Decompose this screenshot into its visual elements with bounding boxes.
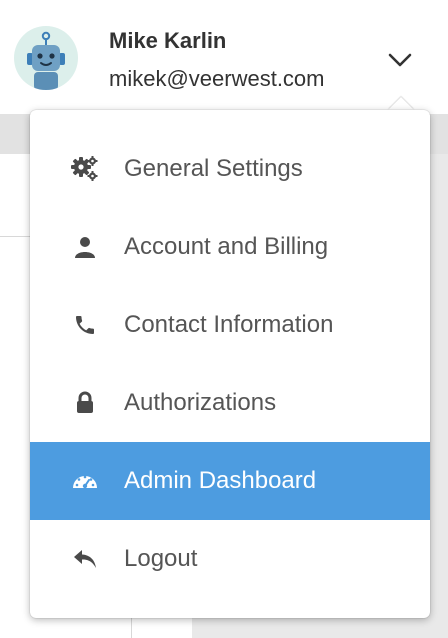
user-email: mikek@veerwest.com [109, 66, 325, 91]
user-name: Mike Karlin [109, 28, 227, 53]
robot-icon [27, 31, 65, 90]
chevron-down-icon [388, 53, 412, 67]
menu-item-logout[interactable]: Logout [30, 520, 430, 598]
user-header: Mike Karlin mikek@veerwest.com [0, 0, 448, 114]
menu-item-admin-dashboard[interactable]: Admin Dashboard [30, 442, 430, 520]
avatar[interactable] [14, 26, 78, 90]
user-icon [70, 232, 100, 262]
phone-icon [70, 310, 100, 340]
menu-item-label: General Settings [124, 155, 303, 182]
menu-item-label: Admin Dashboard [124, 467, 317, 494]
lock-icon [70, 388, 100, 418]
account-dropdown-menu: General Settings Account and Billing Con… [30, 110, 430, 618]
dashboard-gauge-icon [70, 466, 100, 496]
reply-arrow-icon [70, 544, 100, 574]
menu-item-label: Logout [124, 545, 198, 572]
menu-item-label: Contact Information [124, 311, 334, 338]
menu-item-authorizations[interactable]: Authorizations [30, 364, 430, 442]
gears-icon [70, 154, 100, 184]
menu-item-account-billing[interactable]: Account and Billing [30, 208, 430, 286]
menu-item-contact-information[interactable]: Contact Information [30, 286, 430, 364]
menu-item-general-settings[interactable]: General Settings [30, 130, 430, 208]
account-menu-toggle[interactable] [380, 40, 420, 80]
dropdown-pointer [388, 97, 414, 110]
menu-item-label: Account and Billing [124, 233, 329, 260]
menu-list: General Settings Account and Billing Con… [30, 130, 430, 598]
menu-item-label: Authorizations [124, 389, 277, 416]
